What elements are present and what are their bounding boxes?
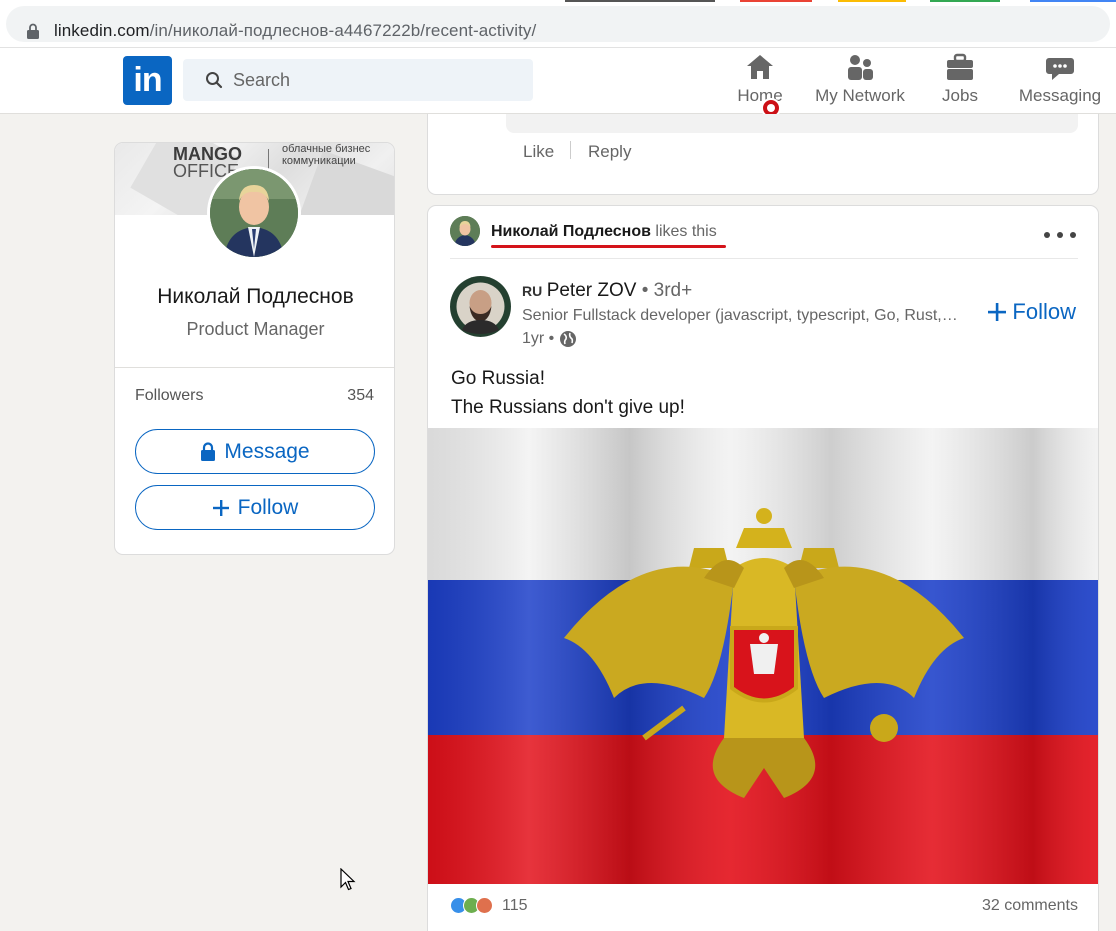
follow-button[interactable]: Follow — [135, 485, 375, 530]
home-icon — [747, 55, 773, 79]
url-text: linkedin.com/in/николай-подлеснов-a44672… — [54, 21, 536, 41]
nav-home[interactable]: Home — [730, 52, 790, 112]
comment-like-button[interactable]: Like — [523, 142, 554, 162]
dot-icon — [1070, 232, 1076, 238]
lock-icon — [201, 441, 216, 461]
follow-button-label: Follow — [237, 495, 299, 519]
author-info: RU Peter ZOV • 3rd+ — [522, 280, 692, 302]
lock-icon — [27, 23, 39, 39]
author-headline: Senior Fullstack developer (javascript, … — [522, 307, 962, 324]
post-timestamp: 1yr • — [522, 330, 577, 348]
follow-author-button[interactable]: Follow — [988, 299, 1076, 325]
url-field[interactable]: linkedin.com/in/николай-подлеснов-a44672… — [6, 6, 1110, 42]
profile-photo — [210, 169, 298, 257]
search-box[interactable] — [183, 59, 533, 101]
russian-flag-image — [428, 428, 1098, 884]
activity-header: Николай Подлеснов likes this — [491, 223, 717, 241]
nav-label-messaging: Messaging — [1018, 86, 1102, 105]
social-counts: 115 32 comments — [450, 894, 1078, 918]
divider — [115, 367, 394, 368]
love-reaction-icon — [476, 897, 493, 914]
url-domain: linkedin.com — [54, 21, 150, 40]
profile-name: Николай Подлеснов — [157, 285, 354, 308]
nav-label-home: Home — [737, 86, 783, 105]
author-name-link[interactable]: Peter ZOV — [547, 280, 637, 301]
search-input[interactable] — [233, 59, 523, 101]
activity-post-card: Николай Подлеснов likes this RU Peter ZO… — [427, 205, 1099, 931]
dot-icon — [1044, 232, 1050, 238]
nav-jobs[interactable]: Jobs — [930, 52, 990, 112]
reaction-icons[interactable] — [450, 895, 496, 917]
divider — [570, 141, 571, 159]
divider — [450, 258, 1078, 259]
messaging-icon — [1046, 58, 1074, 80]
nav-messaging[interactable]: Messaging — [1018, 52, 1102, 112]
country-badge: RU — [522, 283, 543, 299]
post-image[interactable] — [428, 428, 1098, 884]
liker-avatar[interactable] — [450, 216, 480, 246]
message-button-label: Message — [224, 439, 310, 463]
tab-strip — [0, 0, 1116, 2]
cover-tagline: облачные бизнес коммуникации — [282, 143, 371, 167]
followers-count: 354 — [347, 387, 374, 404]
profile-title: Product Manager — [186, 319, 325, 339]
plus-icon — [988, 303, 1007, 321]
author-photo — [450, 276, 511, 337]
message-button[interactable]: Message — [135, 429, 375, 474]
globe-icon — [560, 331, 577, 347]
liker-name-link[interactable]: Николай Подлеснов — [491, 223, 651, 240]
jobs-icon — [947, 53, 973, 80]
nav-label-jobs: Jobs — [942, 86, 978, 105]
comments-count-link[interactable]: 32 comments — [982, 897, 1078, 915]
url-path: /in/николай-подлеснов-a4467222b/recent-a… — [149, 21, 537, 40]
previous-post-card: Like Reply — [427, 114, 1099, 195]
linkedin-header: in Home My Network Jobs — [0, 48, 1116, 118]
browser-address-bar: linkedin.com/in/николай-подлеснов-a44672… — [0, 0, 1116, 48]
nav-label-my-network: My Network — [815, 86, 905, 105]
post-text-line: The Russians don't give up! — [451, 397, 685, 418]
comment-bubble — [506, 114, 1078, 133]
follow-author-label: Follow — [1012, 299, 1076, 324]
nav-my-network[interactable]: My Network — [810, 52, 910, 112]
comment-reply-button[interactable]: Reply — [588, 142, 631, 162]
more-options-button[interactable] — [1044, 226, 1076, 244]
mouse-cursor-icon — [340, 868, 356, 891]
linkedin-logo[interactable]: in — [123, 56, 172, 105]
followers-label: Followers — [135, 387, 204, 404]
red-highlight-underline — [491, 245, 726, 248]
plus-icon — [212, 499, 229, 516]
post-text-line: Go Russia! — [451, 368, 545, 389]
liker-action-text: likes this — [650, 223, 717, 240]
profile-avatar[interactable] — [207, 166, 301, 260]
liker-photo — [450, 216, 480, 246]
connection-degree: • 3rd+ — [636, 280, 693, 301]
profile-card: MANGO OFFICE облачные бизнес коммуникаци… — [114, 142, 395, 555]
post-time-text: 1yr • — [522, 330, 555, 347]
network-icon — [848, 55, 873, 80]
dot-icon — [1057, 232, 1063, 238]
reaction-count[interactable]: 115 — [502, 897, 528, 915]
author-avatar[interactable] — [450, 276, 511, 337]
search-icon — [206, 72, 223, 89]
post-text: Go Russia! The Russians don't give up! — [451, 364, 685, 422]
